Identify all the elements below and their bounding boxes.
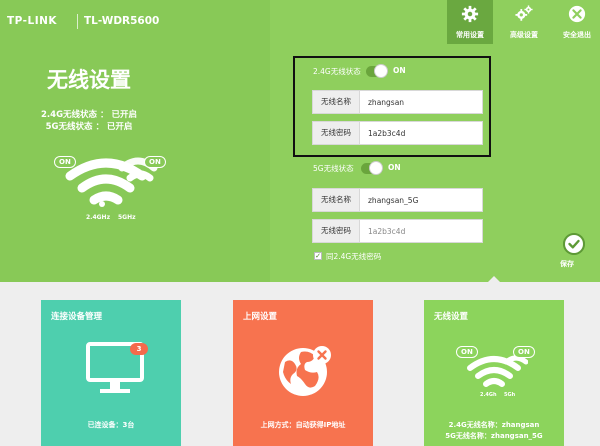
save-label: 保存 — [560, 260, 574, 268]
left-panel: TP-LINK TL-WDR5600 无线设置 2.4G无线状态 ： 已开启 5… — [0, 0, 270, 282]
gears-icon — [515, 5, 533, 21]
band5-name-input[interactable] — [368, 193, 478, 207]
nav-label: 高级设置 — [510, 31, 538, 39]
card-footer: 上网方式：自动获得IP地址 — [260, 421, 346, 429]
brand-bar: TP-LINK TL-WDR5600 — [0, 0, 270, 44]
gear-icon — [461, 5, 479, 23]
exit-icon — [568, 5, 586, 23]
card-wireless-settings[interactable]: 无线设置 ON ON 2.4Gh 5Gh 2.4G无线名称：zhangsan 5… — [424, 300, 564, 446]
band5-password-input[interactable] — [368, 224, 478, 238]
card-footer-5g: 5G无线名称：zhangsan_5G — [445, 432, 543, 440]
nav-label: 常用设置 — [456, 31, 484, 39]
page-title: 无线设置 — [47, 68, 131, 92]
active-card-indicator — [488, 276, 500, 282]
card-title: 上网设置 — [243, 312, 278, 322]
band-24-label: 2.4Gh — [480, 392, 497, 398]
on-pill-right: ON — [513, 346, 535, 358]
same-password-label: 同2.4G无线密码 — [326, 252, 382, 261]
band5-status-label: 5G无线状态 — [313, 164, 354, 173]
field-label: 无线密码 — [313, 220, 360, 242]
band5-toggle-text: ON — [388, 163, 401, 172]
save-button[interactable] — [563, 233, 585, 255]
card-footer: 已连设备：3台 — [87, 421, 135, 429]
nav-advanced-settings[interactable]: 高级设置 — [501, 0, 547, 44]
same-password-checkbox[interactable]: ✓ — [314, 252, 322, 260]
top-area: TP-LINK TL-WDR5600 无线设置 2.4G无线状态 ： 已开启 5… — [0, 0, 600, 282]
band5-toggle[interactable] — [361, 161, 383, 175]
nav-common-settings[interactable]: 常用设置 — [447, 0, 493, 44]
wifi-icon — [65, 157, 158, 207]
nav-label: 安全退出 — [563, 31, 591, 39]
band-24-label: 2.4GHz — [86, 214, 111, 221]
device-count-badge: 3 — [130, 343, 148, 355]
card-title: 无线设置 — [434, 312, 469, 322]
on-pill-left: ON — [456, 346, 478, 358]
logo-separator — [77, 14, 78, 29]
card-device-management[interactable]: 连接设备管理 3 已连设备：3台 — [41, 300, 181, 446]
toggle-knob — [369, 161, 383, 175]
band-5-label: 5GHz — [118, 214, 136, 221]
status-5g: 5G无线状态 ： 已开启 — [45, 122, 133, 132]
status-24g: 2.4G无线状态 ： 已开启 — [41, 110, 137, 120]
model-name: TL-WDR5600 — [84, 15, 160, 27]
card-footer-24g: 2.4G无线名称：zhangsan — [448, 421, 540, 429]
band5-password-field: 无线密码 — [312, 219, 483, 243]
logo: TP-LINK — [7, 15, 58, 27]
field-label: 无线名称 — [313, 189, 360, 211]
globe-icon — [279, 346, 331, 396]
check-icon — [563, 233, 585, 255]
band-5-label: 5Gh — [504, 392, 516, 398]
on-pill-left: ON — [54, 156, 76, 168]
nav-logout[interactable]: 安全退出 — [554, 0, 600, 44]
highlight-box — [293, 56, 491, 157]
on-pill-right: ON — [144, 156, 166, 168]
card-internet-settings[interactable]: 上网设置 上网方式：自动获得IP地址 — [233, 300, 373, 446]
band5-name-field: 无线名称 — [312, 188, 483, 212]
card-title: 连接设备管理 — [51, 312, 103, 322]
